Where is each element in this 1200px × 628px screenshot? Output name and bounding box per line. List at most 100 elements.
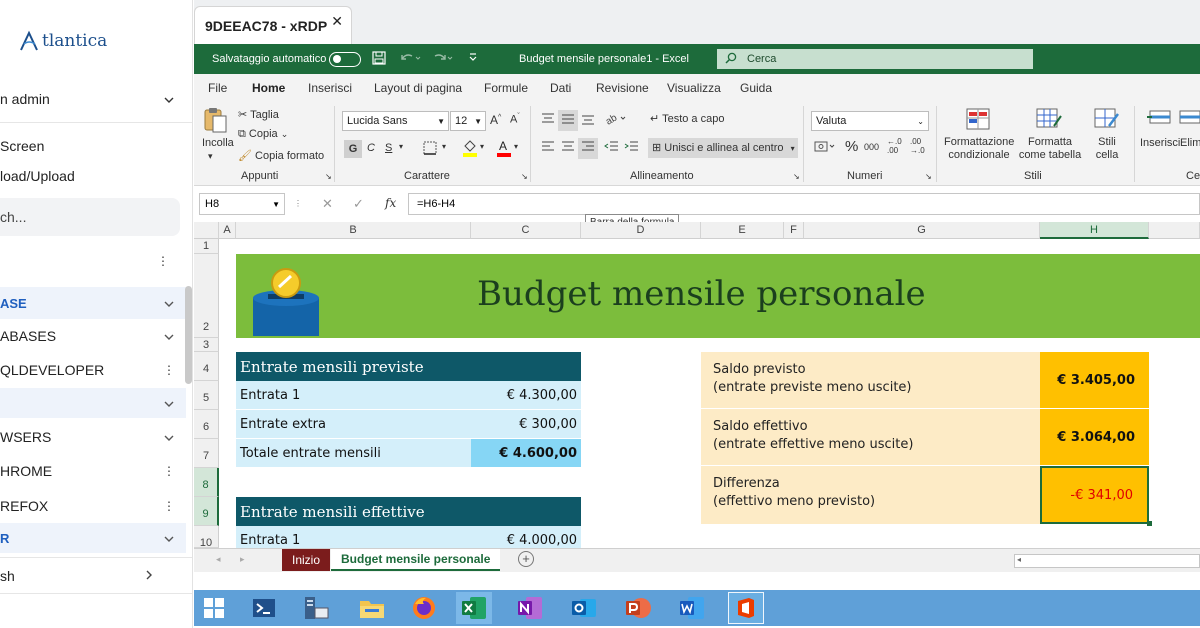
tab-layout[interactable]: Layout di pagina bbox=[374, 81, 462, 95]
select-all-corner[interactable] bbox=[194, 222, 219, 239]
font-size-select[interactable]: 12 ▼ bbox=[450, 111, 486, 131]
user-menu[interactable]: n admin bbox=[0, 88, 186, 110]
tab-dati[interactable]: Dati bbox=[550, 81, 571, 95]
font-grow-icon[interactable]: A^ bbox=[490, 113, 501, 127]
scroll-left-icon[interactable]: ◂ bbox=[216, 554, 221, 565]
onenote-icon[interactable] bbox=[512, 592, 548, 624]
orientation-icon[interactable]: ab bbox=[604, 110, 626, 129]
merge-center-button[interactable]: ⊞ Unisci e allinea al centro ▾ bbox=[648, 138, 798, 158]
office-icon[interactable] bbox=[728, 592, 764, 624]
firefox-icon[interactable] bbox=[406, 592, 442, 624]
fill-color-icon[interactable] bbox=[462, 138, 478, 161]
insert-cells-button[interactable]: Inserisci bbox=[1140, 137, 1180, 149]
row-header[interactable]: 5 bbox=[194, 381, 219, 410]
align-middle-icon[interactable] bbox=[558, 110, 578, 131]
name-box[interactable]: H8 ▼ bbox=[199, 193, 285, 215]
windows-start-icon[interactable] bbox=[196, 592, 232, 624]
more-vertical-icon[interactable]: ⋮ bbox=[160, 363, 178, 377]
summary-difference[interactable]: Differenza (effettivo meno previsto) bbox=[701, 466, 1040, 524]
align-bottom-icon[interactable] bbox=[580, 112, 596, 129]
redo-icon[interactable] bbox=[432, 51, 454, 68]
sidebar-search-input[interactable]: ch... bbox=[0, 198, 180, 236]
customize-qat-icon[interactable] bbox=[468, 51, 478, 66]
sidebar-group-5[interactable]: WSERS bbox=[0, 427, 186, 447]
function-icon[interactable]: fx bbox=[385, 196, 396, 210]
chevron-down-icon[interactable]: ▾ bbox=[514, 142, 518, 151]
powerpoint-icon[interactable] bbox=[620, 592, 656, 624]
col-header[interactable]: D bbox=[581, 222, 701, 239]
align-left-icon[interactable] bbox=[540, 140, 556, 157]
summary-planned-value[interactable]: € 3.405,00 bbox=[1040, 352, 1149, 408]
file-explorer-icon[interactable] bbox=[354, 592, 390, 624]
server-manager-icon[interactable] bbox=[298, 592, 334, 624]
wrap-text-button[interactable]: ↵ Testo a capo bbox=[650, 112, 724, 125]
outlook-icon[interactable] bbox=[566, 592, 602, 624]
dialog-launcher-icon[interactable]: ↘ bbox=[325, 172, 332, 181]
tab-revisione[interactable]: Revisione bbox=[596, 81, 649, 95]
tab-guida[interactable]: Guida bbox=[740, 81, 772, 95]
excel-icon[interactable] bbox=[456, 592, 492, 624]
sidebar-group-3[interactable]: QLDEVELOPER ⋮ bbox=[0, 360, 186, 380]
col-header[interactable] bbox=[1149, 222, 1200, 239]
chevron-down-icon[interactable]: ▾ bbox=[208, 151, 213, 162]
col-header[interactable]: B bbox=[236, 222, 471, 239]
dialog-launcher-icon[interactable]: ↘ bbox=[793, 172, 800, 181]
summary-actual-balance[interactable]: Saldo effettivo (entrate effettive meno … bbox=[701, 409, 1040, 465]
formula-input[interactable]: =H6-H4 bbox=[408, 193, 1200, 215]
font-color-icon[interactable]: A bbox=[496, 138, 512, 161]
chevron-down-icon[interactable]: ▾ bbox=[442, 142, 446, 151]
cut-button[interactable]: ✂ Taglia bbox=[238, 108, 279, 121]
decrease-decimal-icon[interactable]: .00 →.0 bbox=[910, 137, 925, 155]
chevron-down-icon[interactable]: ▾ bbox=[399, 142, 403, 151]
more-vertical-icon[interactable]: ⋮ bbox=[160, 499, 178, 513]
browser-tab[interactable]: 9DEEAC78 - xRDP ✕ bbox=[194, 6, 352, 44]
conditional-format-icon[interactable] bbox=[966, 108, 990, 133]
font-shrink-icon[interactable]: Aˇ bbox=[510, 113, 520, 126]
row-header-selected[interactable]: 8 bbox=[194, 468, 219, 497]
planned-income-header[interactable]: Entrate mensili previste bbox=[236, 352, 581, 381]
sidebar-group-8[interactable]: R bbox=[0, 523, 186, 553]
increase-decimal-icon[interactable]: ←.0.00 bbox=[887, 137, 902, 155]
tab-inserisci[interactable]: Inserisci bbox=[308, 81, 352, 95]
scroll-right-icon[interactable]: ▸ bbox=[240, 554, 245, 565]
align-top-icon[interactable] bbox=[540, 112, 556, 129]
col-header[interactable]: F bbox=[784, 222, 804, 239]
summary-planned-balance[interactable]: Saldo previsto (entrate previste meno us… bbox=[701, 352, 1040, 408]
col-header[interactable]: A bbox=[219, 222, 236, 239]
dialog-launcher-icon[interactable]: ↘ bbox=[925, 172, 932, 181]
copy-button[interactable]: ⧉ Copia ⌄ bbox=[238, 128, 288, 141]
bold-button[interactable]: G bbox=[344, 140, 362, 158]
actual-income-header[interactable]: Entrate mensili effettive bbox=[236, 497, 581, 526]
currency-icon[interactable] bbox=[814, 140, 836, 157]
scroll-left-icon[interactable]: ◂ bbox=[1017, 555, 1021, 564]
percent-icon[interactable]: % bbox=[845, 138, 858, 155]
row-header[interactable]: 3 bbox=[194, 338, 219, 352]
table-row[interactable]: Entrate extra € 300,00 bbox=[236, 410, 581, 438]
col-header-selected[interactable]: H bbox=[1040, 222, 1149, 239]
word-icon[interactable] bbox=[674, 592, 710, 624]
row-header[interactable]: 7 bbox=[194, 439, 219, 468]
row-header[interactable]: 1 bbox=[194, 239, 219, 254]
row-header[interactable]: 10 bbox=[194, 526, 219, 548]
paste-button[interactable] bbox=[202, 106, 228, 137]
sidebar-group-4[interactable] bbox=[0, 388, 186, 418]
save-icon[interactable] bbox=[372, 51, 386, 68]
table-row[interactable]: Entrata 1 € 4.000,00 bbox=[236, 526, 581, 548]
cancel-icon[interactable]: ✕ bbox=[322, 196, 333, 212]
align-right-icon[interactable] bbox=[578, 138, 598, 159]
delete-cells-icon[interactable] bbox=[1178, 108, 1200, 133]
menu-item-upload[interactable]: load/Upload bbox=[0, 166, 186, 186]
powershell-icon[interactable] bbox=[246, 592, 282, 624]
autosave-toggle[interactable] bbox=[329, 52, 361, 67]
tab-formule[interactable]: Formule bbox=[484, 81, 528, 95]
enter-icon[interactable]: ✓ bbox=[353, 196, 364, 212]
more-vertical-icon[interactable]: ⋮ bbox=[294, 199, 302, 208]
format-table-button[interactable]: Formatta come tabella bbox=[1014, 136, 1086, 162]
cell-styles-icon[interactable] bbox=[1094, 108, 1120, 133]
menu-item-screen[interactable]: Screen bbox=[0, 136, 186, 156]
italic-button[interactable]: C bbox=[367, 142, 375, 154]
table-row[interactable]: Entrata 1 € 4.300,00 bbox=[236, 381, 581, 409]
tab-file[interactable]: File bbox=[208, 81, 227, 95]
summary-difference-value-selected[interactable]: -€ 341,00 bbox=[1040, 466, 1149, 524]
excel-search-box[interactable]: Cerca bbox=[717, 49, 1033, 69]
